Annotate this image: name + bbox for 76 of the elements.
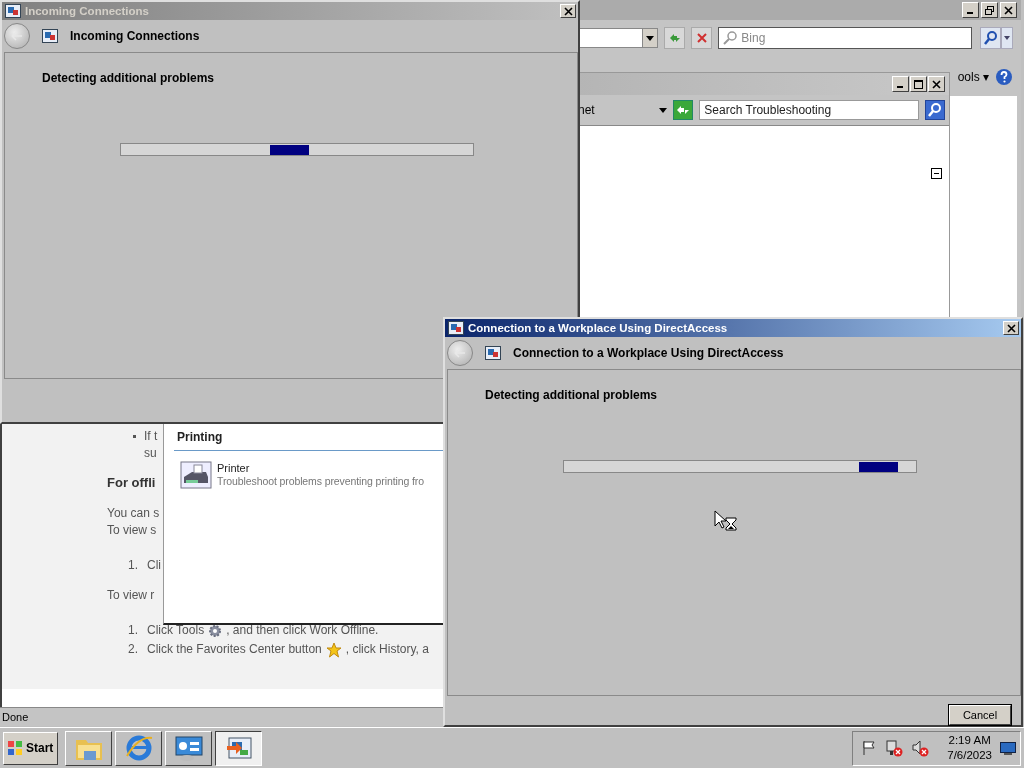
dialog-heading: Incoming Connections: [70, 29, 200, 43]
show-desktop-icon[interactable]: [1000, 741, 1016, 755]
busy-cursor-icon: [714, 510, 738, 532]
help-text: To view s: [107, 522, 158, 539]
search-options-button[interactable]: [1001, 27, 1013, 49]
printer-icon: [180, 461, 212, 489]
step-number: 1.: [128, 557, 139, 574]
search-field[interactable]: Search Troubleshooting: [699, 100, 920, 120]
maximize-button[interactable]: [910, 76, 927, 92]
start-button[interactable]: Start: [3, 731, 58, 765]
help-text: You can s: [107, 505, 161, 522]
help-text: To view r: [107, 587, 156, 604]
step-text: , and then click Work Offline.: [226, 622, 379, 639]
menu-button[interactable]: ools ▾: [955, 70, 991, 84]
close-button[interactable]: [560, 4, 576, 18]
window-title: Connection to a Workplace Using DirectAccess: [468, 322, 728, 334]
dropdown-arrow-icon: [659, 107, 668, 113]
bullet-icon: [133, 435, 136, 438]
flag-icon[interactable]: [861, 740, 878, 756]
minimize-button[interactable]: [892, 76, 909, 92]
cancel-button[interactable]: Cancel: [949, 705, 1011, 725]
status-text: Detecting additional problems: [42, 71, 215, 85]
search-button[interactable]: [980, 27, 1002, 49]
step-number: 2.: [128, 641, 139, 658]
clock[interactable]: 2:19 AM 7/6/2023: [947, 733, 992, 763]
back-button[interactable]: [4, 23, 30, 49]
app-icon: [42, 29, 58, 43]
step-number: 1.: [128, 622, 139, 639]
dropdown-arrow-icon: [646, 35, 655, 41]
browser-icon: [123, 734, 154, 762]
collapse-icon: [931, 168, 942, 179]
collapse-button[interactable]: [931, 168, 942, 179]
help-icon: [995, 68, 1013, 86]
help-button[interactable]: [995, 68, 1013, 86]
app-icon: [485, 346, 501, 360]
minimize-button[interactable]: [962, 2, 979, 18]
stop-button[interactable]: [691, 27, 713, 49]
close-button[interactable]: [928, 76, 945, 92]
close-icon: [932, 79, 941, 89]
network-error-icon[interactable]: [885, 739, 904, 757]
search-icon: [983, 31, 998, 45]
close-button[interactable]: [1003, 321, 1019, 335]
refresh-button[interactable]: [673, 100, 694, 120]
gear-icon: [208, 623, 223, 638]
dialog-heading: Connection to a Workplace Using DirectAccess: [513, 346, 784, 360]
speaker-muted-icon[interactable]: [911, 739, 930, 757]
close-icon: [1004, 5, 1013, 15]
close-button[interactable]: [1000, 2, 1017, 18]
close-icon: [563, 6, 573, 16]
restore-button[interactable]: [981, 2, 998, 18]
step-text: Cli: [147, 557, 161, 574]
taskbar-button[interactable]: [215, 730, 262, 766]
windows-logo-icon: [7, 740, 23, 756]
search-field[interactable]: Bing: [718, 27, 973, 49]
refresh-button[interactable]: [664, 27, 686, 49]
restore-icon: [985, 5, 994, 15]
search-icon: [928, 103, 943, 117]
step-text: , click History, a: [345, 641, 429, 658]
status-text: Detecting additional problems: [485, 388, 658, 402]
help-text: If t: [144, 428, 158, 445]
step-text: Click Tools: [147, 622, 205, 639]
step-text: Click the Favorites Center button: [147, 641, 322, 658]
back-button[interactable]: [447, 340, 473, 366]
search-icon: [723, 31, 738, 45]
help-heading: For offli: [107, 475, 156, 490]
search-button[interactable]: [925, 100, 945, 120]
star-icon: [325, 641, 342, 658]
dropdown-arrow-icon: [1004, 36, 1011, 40]
close-icon: [1006, 323, 1016, 333]
app-icon: [448, 321, 464, 335]
maximize-icon: [914, 79, 923, 89]
app-icon: [5, 4, 21, 18]
stop-icon: [695, 32, 708, 44]
window-title: Incoming Connections: [25, 5, 149, 17]
help-text: su: [144, 445, 158, 462]
status-text: Done: [2, 711, 29, 723]
